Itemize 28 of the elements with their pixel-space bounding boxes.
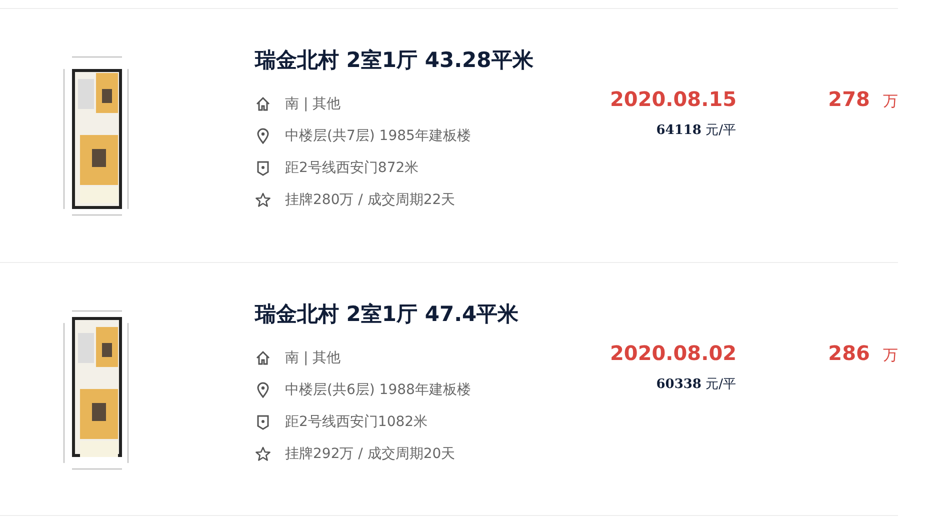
star-icon	[255, 192, 271, 208]
listing-detail: 中楼层(共7层) 1985年建板楼	[285, 127, 471, 145]
location-pin-icon	[255, 382, 271, 398]
location-pin-icon	[255, 128, 271, 144]
house-icon	[255, 350, 271, 366]
unit-price: 64118	[656, 123, 702, 138]
unit-price-unit: 元/平	[706, 123, 736, 138]
deal-date: 2020.08.15	[610, 87, 736, 111]
listing-detail: 南 | 其他	[285, 95, 341, 113]
shield-icon	[255, 160, 271, 176]
unit-price: 60338	[656, 377, 702, 392]
listing-detail: 距2号线西安门1082米	[285, 413, 428, 431]
listing-detail: 挂牌292万 / 成交周期20天	[285, 445, 456, 463]
total-price: 286	[828, 341, 870, 365]
total-price-unit: 万	[883, 92, 898, 110]
total-price-unit: 万	[883, 346, 898, 364]
listing-detail: 南 | 其他	[285, 349, 341, 367]
deal-date: 2020.08.02	[610, 341, 736, 365]
house-icon	[255, 96, 271, 112]
listing-detail: 距2号线西安门872米	[285, 159, 419, 177]
shield-icon	[255, 414, 271, 430]
listing-detail: 中楼层(共6层) 1988年建板楼	[285, 381, 471, 399]
listing-detail: 挂牌280万 / 成交周期22天	[285, 191, 456, 209]
unit-price-unit: 元/平	[706, 377, 736, 392]
listing-title[interactable]: 瑞金北村 2室1厅 47.4平米	[255, 300, 610, 328]
star-icon	[255, 446, 271, 462]
total-price: 278	[828, 87, 870, 111]
listing-title[interactable]: 瑞金北村 2室1厅 43.28平米	[255, 46, 610, 74]
